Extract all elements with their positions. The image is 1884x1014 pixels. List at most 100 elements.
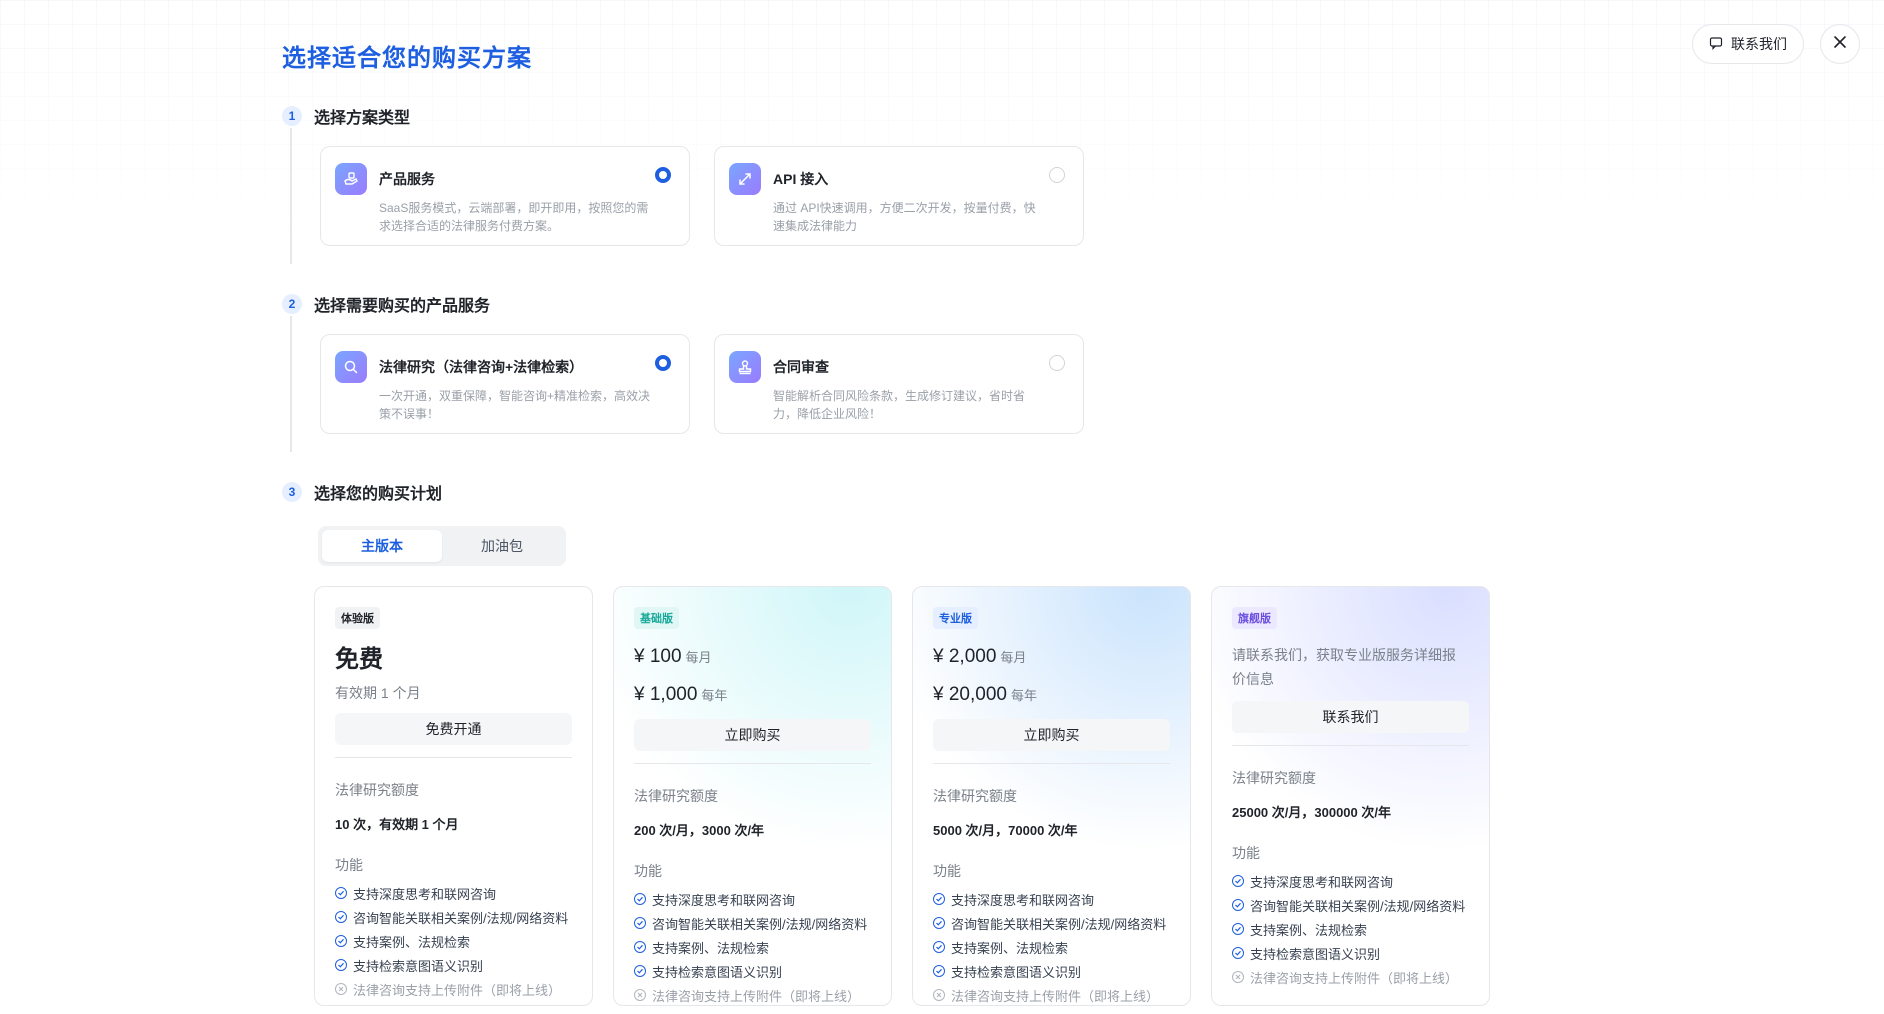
stamp-icon [729, 351, 761, 383]
feature-label: 支持检索意图语义识别 [652, 964, 783, 980]
check-circle-icon [634, 941, 646, 953]
option-desc: 智能解析合同风险条款，生成修订建议，省时省力，降低企业风险！ [773, 389, 1026, 421]
feature-item: 支持深度思考和联网咨询 [933, 887, 1170, 911]
option-title: 合同审查 [773, 359, 829, 375]
cross-circle-icon [1232, 971, 1244, 983]
step-title: 选择方案类型 [314, 110, 411, 127]
step-number: 3 [282, 482, 302, 502]
check-circle-icon [933, 917, 945, 929]
plan-cards: 体验版 免费 有效期 1 个月 免费开通 法律研究额度 10 次，有效期 1 个… [314, 586, 1502, 1006]
product-service-icon [335, 163, 367, 195]
check-circle-icon [933, 941, 945, 953]
feature-list: 支持深度思考和联网咨询咨询智能关联相关案例/法规/网络资料 支持案例、法规检索 支持… [933, 887, 1170, 1005]
feature-item: 支持检索意图语义识别 [634, 959, 871, 983]
plan-card-basic: 基础版 ¥ 100 每月 ¥ 1,000 每年 立即购买 法律研究额度 200 次/… [613, 586, 892, 1006]
monthly-price: ¥ 2,000 每月 [933, 643, 1170, 671]
tab-main-version[interactable]: 主版本 [322, 530, 442, 562]
quota-label: 法律研究额度 [933, 788, 1017, 804]
page-title: 选择适合您的购买方案 [282, 45, 532, 72]
option-product-service[interactable]: 产品服务 SaaS服务模式，云端部署，即开即用，按照您的需求选择合适的法律服务付… [320, 146, 690, 246]
step-header: 2 选择需要购买的产品服务 [282, 292, 1502, 316]
option-title: 法律研究（法律咨询+法律检索） [379, 359, 584, 375]
step-number: 1 [282, 106, 302, 126]
cross-circle-icon [634, 989, 646, 1001]
divider [335, 757, 572, 758]
check-circle-icon [335, 911, 347, 923]
feature-label: 支持案例、法规检索 [951, 940, 1069, 956]
close-button[interactable] [1820, 24, 1860, 64]
feature-item: 法律咨询支持上传附件（即将上线） [933, 983, 1170, 1005]
feature-item: 咨询智能关联相关案例/法规/网络资料 [335, 905, 572, 929]
feature-label: 支持深度思考和联网咨询 [1250, 874, 1394, 890]
radio-unselected[interactable] [1049, 167, 1065, 183]
feature-item: 支持深度思考和联网咨询 [1232, 869, 1469, 893]
option-desc: 通过 API快速调用，方便二次开发，按量付费，快速集成法律能力 [773, 201, 1036, 233]
contact-us-plan-button[interactable]: 联系我们 [1232, 701, 1469, 733]
plan-type-switch: 主版本 加油包 [318, 526, 566, 566]
plan-badge: 旗舰版 [1232, 607, 1277, 629]
feature-label: 支持检索意图语义识别 [951, 964, 1082, 980]
feature-label: 咨询智能关联相关案例/法规/网络资料 [951, 916, 1167, 932]
api-icon [729, 163, 761, 195]
option-legal-research[interactable]: 法律研究（法律咨询+法律检索） 一次开通，双重保障，智能咨询+精准检索，高效决策… [320, 334, 690, 434]
monthly-unit: 每月 [1000, 650, 1027, 665]
feature-label: 咨询智能关联相关案例/法规/网络资料 [652, 916, 868, 932]
buy-now-button[interactable]: 立即购买 [634, 719, 871, 751]
quota-label: 法律研究额度 [1232, 770, 1316, 786]
check-circle-icon [1232, 923, 1244, 935]
chat-icon [1709, 36, 1723, 53]
option-contract-review[interactable]: 合同审查 智能解析合同风险条款，生成修订建议，省时省力，降低企业风险！ [714, 334, 1084, 434]
check-circle-icon [933, 965, 945, 977]
search-icon [335, 351, 367, 383]
monthly-unit: 每月 [685, 650, 712, 665]
step-3: 3 选择您的购买计划 主版本 加油包 体验版 免费 有效期 1 个月 免费开通 … [282, 480, 1502, 1006]
tab-addon-pack[interactable]: 加油包 [442, 530, 562, 562]
option-api-access[interactable]: API 接入 通过 API快速调用，方便二次开发，按量付费，快速集成法律能力 [714, 146, 1084, 246]
close-icon [1833, 35, 1847, 54]
step-body: 产品服务 SaaS服务模式，云端部署，即开即用，按照您的需求选择合适的法律服务付… [290, 128, 1502, 264]
check-circle-icon [335, 935, 347, 947]
check-circle-icon [335, 959, 347, 971]
yearly-price: ¥ 1,000 每年 [634, 681, 871, 709]
check-circle-icon [1232, 899, 1244, 911]
step-header: 3 选择您的购买计划 [282, 480, 1502, 504]
features-label: 功能 [1232, 845, 1260, 861]
contact-us-button[interactable]: 联系我们 [1692, 24, 1804, 64]
feature-label: 支持案例、法规检索 [652, 940, 770, 956]
option-text: API 接入 通过 API快速调用，方便二次开发，按量付费，快速集成法律能力 [773, 163, 1069, 233]
feature-item: 咨询智能关联相关案例/法规/网络资料 [634, 911, 871, 935]
divider [1232, 745, 1469, 746]
step-number: 2 [282, 294, 302, 314]
feature-item: 支持案例、法规检索 [933, 935, 1170, 959]
feature-label: 支持检索意图语义识别 [1250, 946, 1381, 962]
option-desc: 一次开通，双重保障，智能咨询+精准检索，高效决策不误事！ [379, 389, 651, 421]
feature-label: 支持深度思考和联网咨询 [951, 892, 1095, 908]
step-title: 选择需要购买的产品服务 [314, 298, 491, 315]
quota-value: 200 次/月，3000 次/年 [634, 823, 765, 838]
yearly-price-value: ¥ 20,000 [933, 684, 1007, 705]
free-activate-button[interactable]: 免费开通 [335, 713, 572, 745]
radio-selected[interactable] [655, 355, 671, 371]
radio-selected[interactable] [655, 167, 671, 183]
feature-item: 咨询智能关联相关案例/法规/网络资料 [933, 911, 1170, 935]
radio-unselected[interactable] [1049, 355, 1065, 371]
feature-item: 支持检索意图语义识别 [335, 953, 572, 977]
check-circle-icon [634, 917, 646, 929]
feature-label: 咨询智能关联相关案例/法规/网络资料 [353, 910, 569, 926]
step-title: 选择您的购买计划 [314, 486, 443, 503]
monthly-price: ¥ 100 每月 [634, 643, 871, 671]
plan-card-flagship: 旗舰版 请联系我们，获取专业版服务详细报价信息 联系我们 法律研究额度 2500… [1211, 586, 1490, 1006]
plan-price: 免费 [335, 646, 383, 673]
feature-item: 支持检索意图语义识别 [1232, 941, 1469, 965]
option-desc: SaaS服务模式，云端部署，即开即用，按照您的需求选择合适的法律服务付费方案。 [379, 201, 649, 233]
feature-label: 法律咨询支持上传附件（即将上线） [951, 988, 1160, 1004]
feature-label: 法律咨询支持上传附件（即将上线） [1250, 970, 1459, 986]
monthly-price-value: ¥ 100 [634, 646, 682, 667]
contact-note: 请联系我们，获取专业版服务详细报价信息 [1232, 647, 1456, 687]
buy-now-button[interactable]: 立即购买 [933, 719, 1170, 751]
quota-label: 法律研究额度 [335, 782, 419, 798]
features-label: 功能 [335, 857, 363, 873]
quota-value: 10 次，有效期 1 个月 [335, 817, 459, 832]
contact-us-label: 联系我们 [1731, 36, 1787, 52]
feature-list: 支持深度思考和联网咨询 咨询智能关联相关案例/法规/网络资料 支持案例、法规检索 支持… [1232, 869, 1469, 989]
